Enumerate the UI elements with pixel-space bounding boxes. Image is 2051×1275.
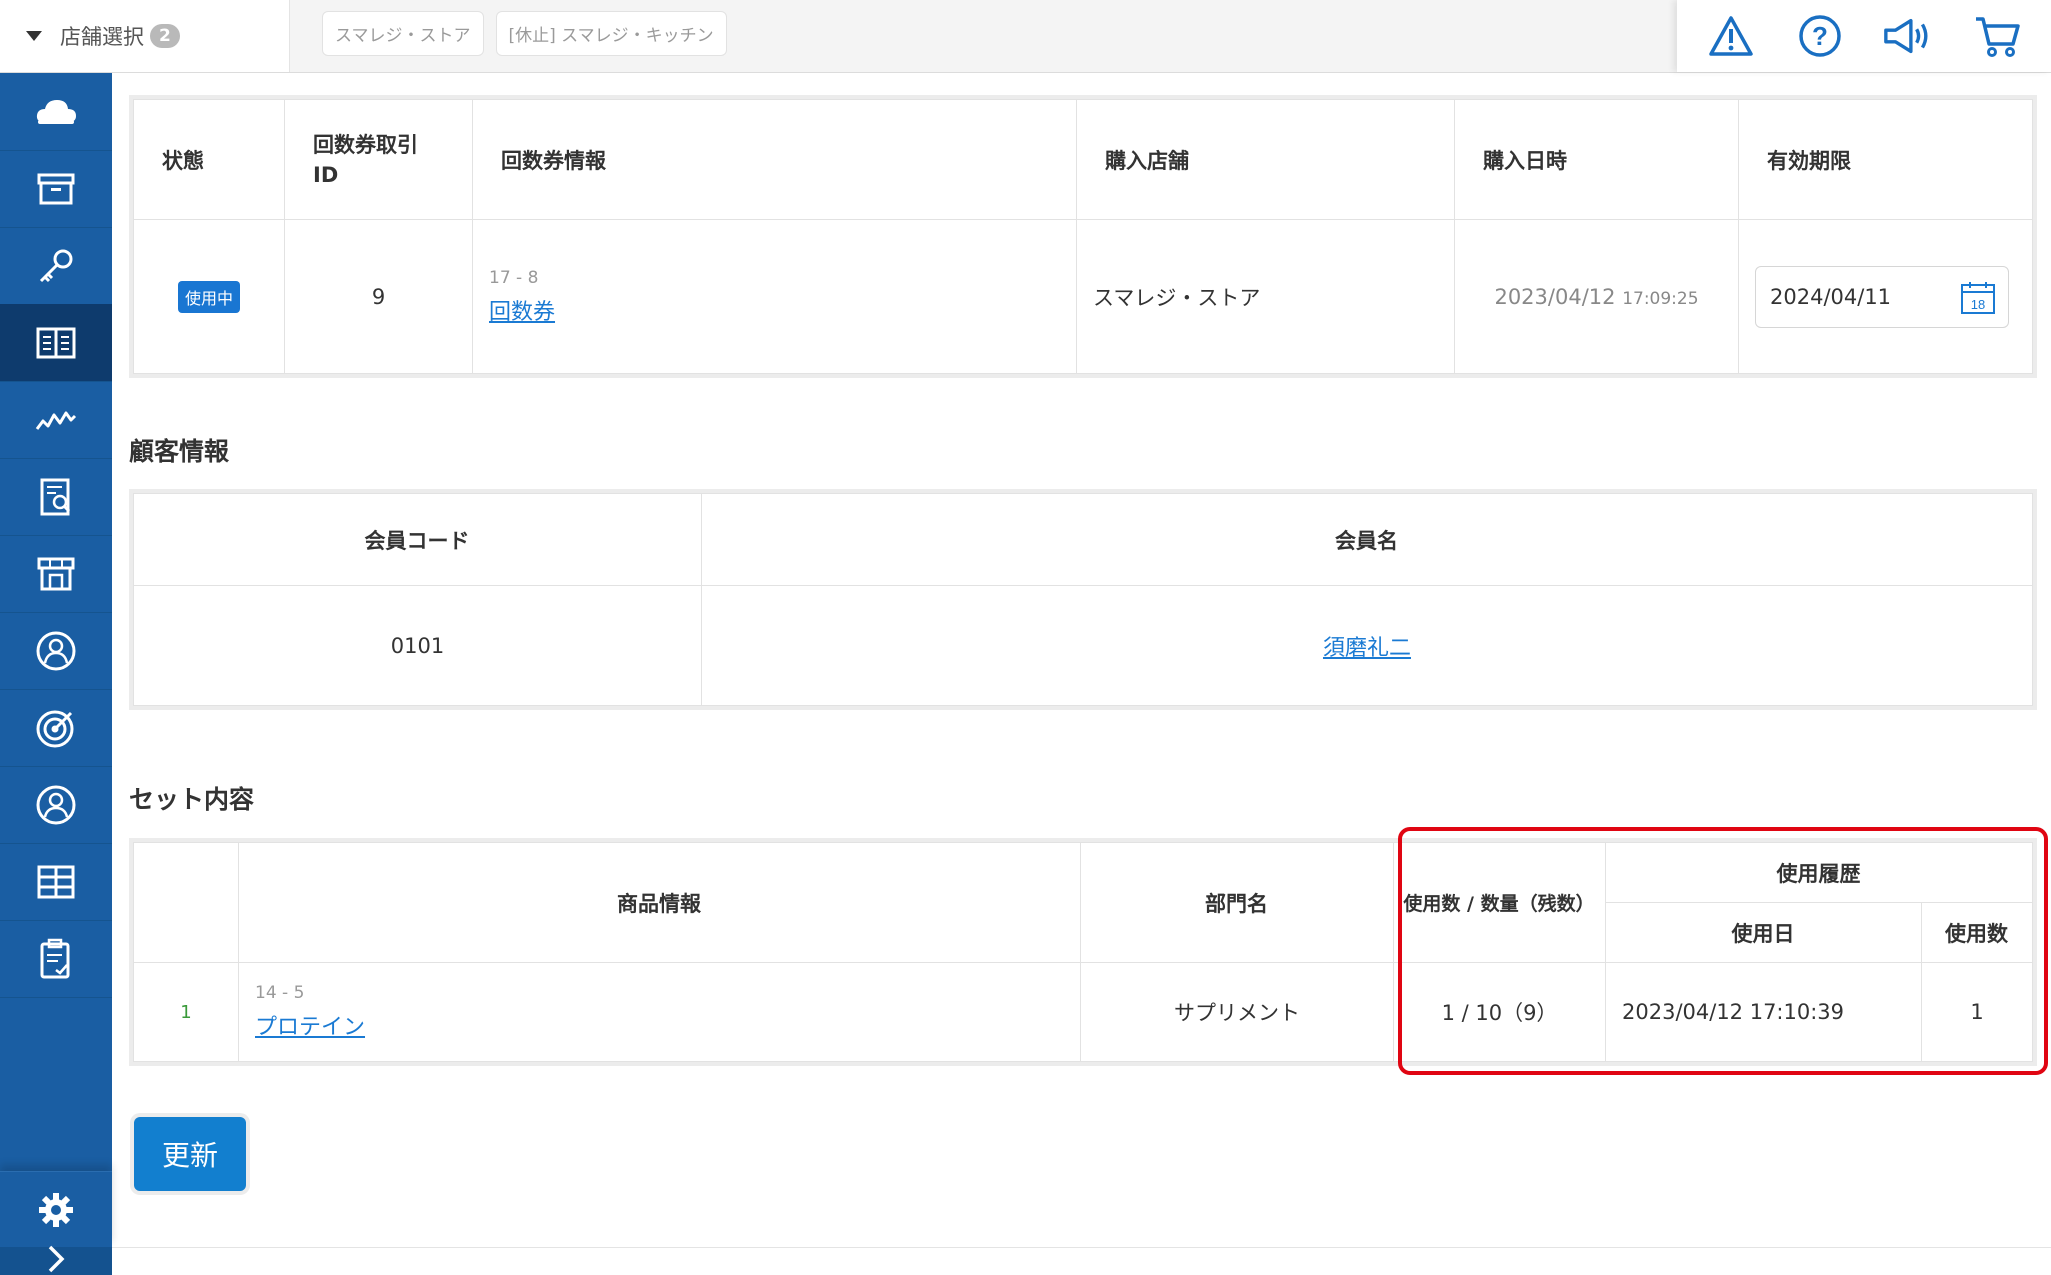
store-chip[interactable]: スマレジ・ストア [322,11,484,56]
header-department: 部門名 [1080,842,1394,963]
sidebar-item-book[interactable] [0,304,112,382]
usage-count: 1 / 10（9） [1393,962,1606,1062]
report-icon [40,478,71,515]
transaction-id: 9 [284,219,473,374]
header-ticket-info: 回数券情報 [472,99,1077,220]
customer-table: 会員コード 会員名 0101 須磨礼二 [129,489,2037,710]
expiry-date-value: 2024/04/11 [1770,284,1892,309]
header-member-code: 会員コード [133,493,702,586]
target-icon [36,710,74,747]
purchase-time: 17:09:25 [1622,288,1699,309]
header-used-date: 使用日 [1605,902,1922,963]
sidebar-item-grid[interactable] [0,843,112,921]
purchase-store: スマレジ・ストア [1076,219,1455,374]
clipboard-icon [40,938,70,978]
store-icon [37,557,75,590]
warning-icon[interactable] [1705,10,1757,62]
sidebar-item-target[interactable] [0,689,112,767]
header-transaction-id: 回数券取引 ID [284,99,473,220]
sidebar-item-customer[interactable] [0,612,112,690]
ticket-table: 状態 回数券取引 ID 回数券情報 購入店舗 購入日時 有効期限 使用中 9 1… [129,95,2037,378]
header-status: 状態 [133,99,285,220]
sidebar-expand-button[interactable] [0,1245,112,1275]
row-number: 1 [133,962,239,1062]
top-bar: 店舗選択 2 スマレジ・ストア [休止] スマレジ・キッチン ? [0,0,2051,73]
sidebar-item-store[interactable] [0,535,112,613]
top-icon-group: ? [1677,0,2051,72]
used-date: 2023/04/12 17:10:39 [1605,962,1922,1062]
used-count: 1 [1921,962,2033,1062]
ticket-name-link[interactable]: 回数券 [489,300,555,325]
header-product-info: 商品情報 [238,842,1081,963]
store-count-badge: 2 [150,24,180,48]
settings-button[interactable] [0,1171,112,1248]
sidebar [0,73,112,1275]
header-purchase-store: 購入店舗 [1076,99,1455,220]
grid-icon [37,865,75,898]
product-code: 14 - 5 [255,983,305,1003]
sidebar-item-report[interactable] [0,458,112,536]
store-select-dropdown[interactable]: 店舗選択 2 [0,0,290,72]
help-icon[interactable]: ? [1794,10,1846,62]
header-usage: 使用数 / 数量（残数） [1393,842,1606,963]
divider [112,1247,2051,1248]
product-name-link[interactable]: プロテイン [255,1015,365,1040]
sidebar-item-clipboard[interactable] [0,920,112,998]
gear-icon [39,1193,73,1227]
sidebar-item-key[interactable] [0,227,112,305]
ticket-code: 17 - 8 [489,267,539,288]
calendar-day: 18 [1971,297,1985,312]
expiry-date-field[interactable]: 2024/04/11 18 [1755,265,2009,328]
status-badge: 使用中 [177,280,240,313]
header-row-number [133,842,239,963]
customer-section-title: 顧客情報 [129,437,230,466]
header-member-name: 会員名 [701,493,2033,586]
store-chips: スマレジ・ストア [休止] スマレジ・キッチン [322,11,727,56]
customer-icon [36,631,76,670]
store-select-label: 店舗選択 [60,25,144,49]
update-button[interactable]: 更新 [134,1117,246,1191]
chevron-right-icon [48,1245,65,1273]
sidebar-item-cloud[interactable] [0,73,112,151]
department-name: サプリメント [1080,962,1394,1062]
header-expiry: 有効期限 [1738,99,2033,220]
calendar-icon[interactable]: 18 [1960,281,1996,320]
archive-icon [37,173,75,204]
svg-text:?: ? [1812,21,1828,51]
caret-down-icon [26,31,42,41]
megaphone-icon[interactable] [1882,10,1934,62]
book-icon [36,327,76,358]
set-content-table: 商品情報 部門名 使用数 / 数量（残数） 使用履歴 使用日 使用数 1 14 … [129,838,2037,1066]
cart-icon[interactable] [1971,10,2023,62]
member-name-link[interactable]: 須磨礼二 [1323,636,1411,661]
table-row: 1 14 - 5 プロテイン サプリメント 1 / 10（9） 2023/04/… [133,962,2033,1062]
store-chip[interactable]: [休止] スマレジ・キッチン [495,11,727,56]
cloud-icon [36,99,76,124]
key-icon [39,249,73,282]
header-purchase-datetime: 購入日時 [1454,99,1739,220]
purchase-date: 2023/04/12 [1494,284,1616,309]
set-content-section-title: セット内容 [129,785,255,814]
chart-icon [35,411,77,430]
sidebar-item-chart[interactable] [0,381,112,459]
header-usage-history: 使用履歴 [1605,842,2033,903]
user-icon [36,785,76,824]
header-used-count: 使用数 [1921,902,2033,963]
member-code: 0101 [133,585,702,706]
sidebar-item-user[interactable] [0,766,112,844]
sidebar-item-archive[interactable] [0,150,112,228]
